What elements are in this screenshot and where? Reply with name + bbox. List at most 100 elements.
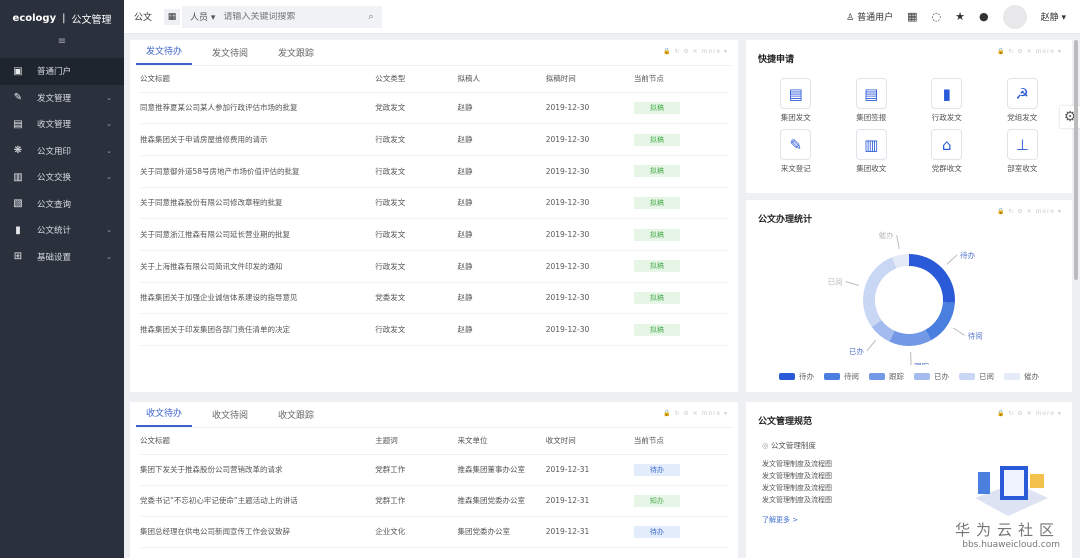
slice-leader-line bbox=[845, 281, 860, 286]
qr-code-icon[interactable]: ▦ bbox=[907, 10, 917, 23]
user-menu[interactable]: 赵静 ▾ bbox=[1041, 10, 1066, 23]
sidebar-item[interactable]: ▧ 公文查询 bbox=[0, 191, 124, 218]
search-icon[interactable]: ⌕ bbox=[360, 12, 382, 22]
learn-more-link[interactable]: 了解更多 > bbox=[762, 514, 832, 526]
search-scope-label: 人员 bbox=[190, 13, 209, 23]
sidebar-item[interactable]: ▥ 公文交换 ⌄ bbox=[0, 164, 124, 191]
donut-slice[interactable] bbox=[925, 302, 955, 341]
donut-slice[interactable] bbox=[863, 257, 897, 328]
quick-apply-item[interactable]: ⊥ 部室收文 bbox=[985, 129, 1061, 174]
legend-item[interactable]: 已阅 bbox=[959, 371, 994, 382]
document-title-link[interactable]: 同意推荐夏某公司某人参加行政评估市场的批复 bbox=[140, 92, 376, 125]
panel-tools[interactable]: 🔒 ↻ ⚙ ✕ more ▾ bbox=[997, 410, 1062, 417]
legend-swatch bbox=[779, 373, 795, 380]
quick-apply-item[interactable]: ⌂ 党群收文 bbox=[909, 129, 985, 174]
document-title-link[interactable]: 关于同意浙江推森有限公司延长营业期的批复 bbox=[140, 218, 376, 251]
user-role-button[interactable]: ♙ 普通用户 bbox=[846, 10, 893, 23]
tab[interactable]: 收文待阅 bbox=[202, 408, 258, 427]
party-emblem-icon: ☭ bbox=[1006, 78, 1038, 109]
seal-icon: ❋ bbox=[13, 145, 23, 157]
user-icon: ♙ bbox=[846, 13, 855, 23]
table-cell: 待办 bbox=[633, 516, 728, 548]
document-title-link[interactable]: 推森集团关于加强企业诚信体系建设的指导意见 bbox=[140, 282, 376, 315]
legend-item[interactable]: 催办 bbox=[1004, 371, 1039, 382]
quick-apply-item[interactable]: ▤ 集团签报 bbox=[834, 78, 910, 123]
table-cell: 拟稿 bbox=[633, 313, 728, 346]
column-header: 主题词 bbox=[375, 428, 458, 455]
quick-apply-label: 集团收文 bbox=[856, 164, 887, 173]
table-row[interactable]: 集团总经理在供电公司新闻宣传工作会议致辞 企业文化 集团党委办公室 2019-12-3… bbox=[140, 516, 728, 548]
legend-item[interactable]: 跟踪 bbox=[869, 371, 904, 382]
sidebar-item[interactable]: ❋ 公文用印 ⌄ bbox=[0, 138, 124, 165]
scrollbar[interactable] bbox=[1074, 40, 1078, 280]
tab[interactable]: 发文待办 bbox=[136, 44, 193, 65]
table-row[interactable]: 关于上海推森有限公司简讯文件印发的通知 行政发文 赵静 2019-12-30 拟稿 bbox=[140, 250, 728, 283]
institution-icon: ⌂ bbox=[931, 129, 963, 160]
table-cell: 2019-12-30 bbox=[545, 250, 634, 283]
sidebar-item-label: 公文查询 bbox=[37, 199, 72, 210]
sidebar-item[interactable]: ▮ 公文统计 ⌄ bbox=[0, 217, 124, 244]
search-scope-select[interactable]: 人员 ▾ bbox=[182, 10, 223, 23]
norm-link[interactable]: 发文管理制度及流程图 bbox=[762, 494, 832, 506]
search-input[interactable] bbox=[223, 11, 360, 22]
table-row[interactable]: 推森集团关于申请房屋维修费用的请示 行政发文 赵静 2019-12-30 拟稿 bbox=[140, 123, 728, 156]
table-row[interactable]: 关于同意推森股份有限公司修改章程的批复 行政发文 赵静 2019-12-30 拟稿 bbox=[140, 187, 728, 220]
sidebar-item[interactable]: ⊞ 基础设置 ⌄ bbox=[0, 244, 124, 271]
table-row[interactable]: 集团下发关于推森股份公司营销改革的请求 党群工作 推森集团董事办公室 2019-12-… bbox=[140, 454, 728, 486]
tab[interactable]: 收文跟踪 bbox=[268, 408, 324, 427]
quick-apply-item[interactable]: ▤ 集团发文 bbox=[758, 78, 834, 123]
table-cell: 推森集团党委办公室 bbox=[457, 485, 546, 517]
table-cell: 2019-12-30 bbox=[545, 313, 634, 346]
table-cell: 拟稿 bbox=[633, 282, 728, 315]
norm-category[interactable]: ◎ 公文管理制度 bbox=[762, 440, 832, 452]
document-title-link[interactable]: 推森集团关于申请房屋维修费用的请示 bbox=[140, 123, 376, 156]
table-cell: 2019-12-30 bbox=[545, 155, 634, 188]
table-row[interactable]: 关于同意浙江推森有限公司延长营业期的批复 行政发文 赵静 2019-12-30 拟稿 bbox=[140, 218, 728, 251]
chat-icon[interactable]: ● bbox=[979, 10, 989, 23]
document-title-link[interactable]: 关于上海推森有限公司简讯文件印发的通知 bbox=[140, 250, 376, 283]
sidebar-item-label: 普通门户 bbox=[37, 67, 72, 78]
norm-link[interactable]: 发文管理制度及流程图 bbox=[762, 458, 832, 470]
legend-label: 已办 bbox=[934, 372, 949, 381]
status-badge: 拟稿 bbox=[633, 101, 680, 114]
panel-tools[interactable]: 🔒 ↻ ⚙ ✕ more ▾ bbox=[997, 48, 1062, 55]
table-cell: 2019-12-30 bbox=[545, 218, 634, 251]
sidebar-item[interactable]: ✎ 发文管理 ⌄ bbox=[0, 85, 124, 112]
star-icon[interactable]: ★ bbox=[955, 10, 965, 23]
document-title-link[interactable]: 集团下发关于推森股份公司营销改革的请求 bbox=[140, 454, 376, 486]
refresh-icon[interactable]: ◌ bbox=[932, 10, 942, 23]
quick-apply-item[interactable]: ▥ 集团收文 bbox=[834, 129, 910, 174]
quick-apply-item[interactable]: ☭ 党组发文 bbox=[985, 78, 1061, 123]
legend-item[interactable]: 待阅 bbox=[824, 371, 859, 382]
table-row[interactable]: 推森集团关于印发集团各部门责任清单的决定 行政发文 赵静 2019-12-30 拟稿 bbox=[140, 313, 728, 346]
app-grid-icon[interactable]: ▦ bbox=[164, 8, 180, 25]
tab[interactable]: 发文待阅 bbox=[202, 46, 258, 65]
panel-tools[interactable]: 🔒 ↻ ⚙ ✕ more ▾ bbox=[663, 410, 728, 417]
sidebar-item[interactable]: ▤ 收文管理 ⌄ bbox=[0, 111, 124, 138]
norm-link[interactable]: 发文管理制度及流程图 bbox=[762, 470, 832, 482]
avatar[interactable] bbox=[1002, 4, 1027, 29]
panel-tools[interactable]: 🔒 ↻ ⚙ ✕ more ▾ bbox=[663, 48, 728, 55]
document-title-link[interactable]: 关于同意御外道58号房地产市场价值评估的批复 bbox=[140, 155, 376, 188]
sidebar-item[interactable]: ▣ 普通门户 bbox=[0, 58, 124, 85]
document-title-link[interactable]: 党委书记“不忘初心牢记使命”主题活动上的讲话 bbox=[140, 485, 376, 517]
quick-apply-item[interactable]: ▮ 行政发文 bbox=[909, 78, 985, 123]
document-title-link[interactable]: 关于同意推森股份有限公司修改章程的批复 bbox=[140, 187, 376, 220]
legend-item[interactable]: 待办 bbox=[779, 371, 814, 382]
document-title-link[interactable]: 推森集团关于印发集团各部门责任清单的决定 bbox=[140, 313, 376, 346]
tab[interactable]: 收文待办 bbox=[136, 406, 193, 427]
legend-item[interactable]: 已办 bbox=[914, 371, 949, 382]
status-badge: 待办 bbox=[633, 463, 680, 476]
table-row[interactable]: 党委书记“不忘初心牢记使命”主题活动上的讲话 党群工作 推森集团党委办公室 2019-… bbox=[140, 485, 728, 517]
quick-apply-item[interactable]: ✎ 来文登记 bbox=[758, 129, 834, 174]
table-row[interactable]: 关于同意御外道58号房地产市场价值评估的批复 行政发文 赵静 2019-12-30 拟稿 bbox=[140, 155, 728, 188]
norm-link[interactable]: 发文管理制度及流程图 bbox=[762, 482, 832, 494]
table-row[interactable]: 同意推荐夏某公司某人参加行政评估市场的批复 党政发文 赵静 2019-12-30 拟稿 bbox=[140, 92, 728, 125]
donut-slice[interactable] bbox=[889, 329, 932, 346]
table-cell: 赵静 bbox=[457, 155, 546, 188]
table-row[interactable]: 推森集团关于加强企业诚信体系建设的指导意见 党委发文 赵静 2019-12-30 拟稿 bbox=[140, 282, 728, 315]
tab[interactable]: 发文跟踪 bbox=[268, 46, 324, 65]
collapse-menu-button[interactable]: ≡ bbox=[0, 36, 124, 58]
donut-slice[interactable] bbox=[909, 254, 955, 303]
document-title-link[interactable]: 集团总经理在供电公司新闻宣传工作会议致辞 bbox=[140, 516, 376, 548]
